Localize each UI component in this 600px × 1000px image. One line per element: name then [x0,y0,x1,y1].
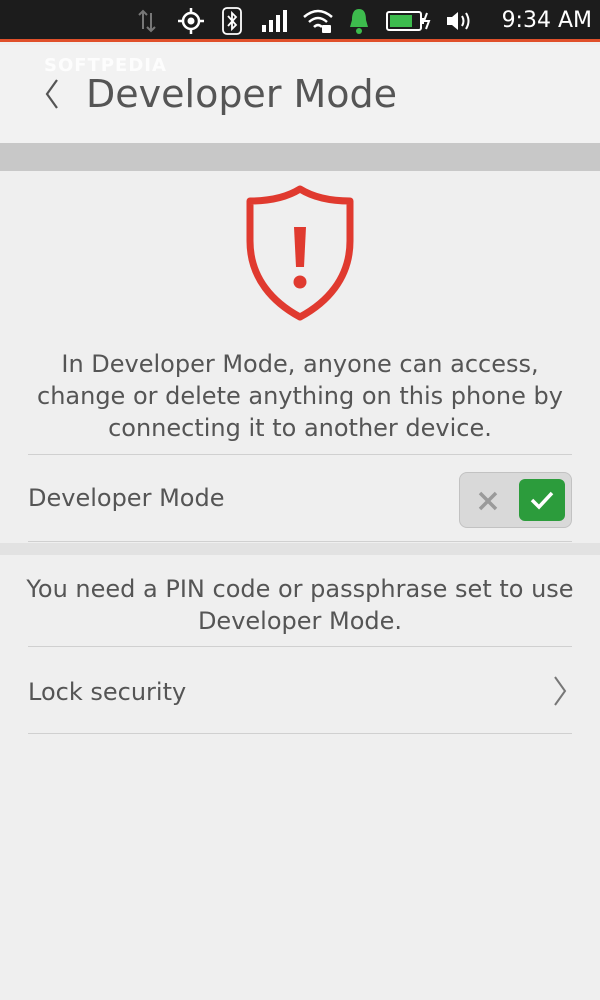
battery-icon [385,0,433,42]
back-button[interactable] [30,67,74,121]
divider [28,454,572,455]
signal-icon [258,0,290,42]
clock-time: 9:34 AM [501,8,592,33]
close-icon [470,483,506,519]
notification-bell-icon[interactable] [344,0,374,42]
developer-mode-label: Developer Mode [28,484,225,512]
lock-security-row[interactable]: Lock security [0,648,600,734]
pin-required-notice: You need a PIN code or passphrase set to… [26,575,574,635]
divider [28,646,572,647]
status-bar: 9:34 AM [0,0,600,42]
chevron-right-icon [550,674,570,708]
divider [28,541,572,542]
section-separator [0,543,600,555]
header-divider [0,143,600,171]
wifi-icon [300,0,336,42]
chevron-left-icon [45,79,58,109]
checkmark-icon [530,491,554,510]
divider [28,733,572,734]
volume-icon[interactable] [442,0,476,42]
developer-mode-warning-text: In Developer Mode, anyone can access, ch… [37,350,563,442]
location-icon [175,0,207,42]
page-header: SOFTPEDIA Developer Mode [0,45,600,143]
data-transfer-icon [132,0,162,42]
shield-exclamation-icon [244,183,356,323]
developer-mode-toggle[interactable] [459,472,572,528]
lock-security-label: Lock security [28,678,187,706]
page-title: Developer Mode [86,72,398,116]
bluetooth-icon [218,0,246,42]
toggle-knob[interactable] [519,479,565,521]
